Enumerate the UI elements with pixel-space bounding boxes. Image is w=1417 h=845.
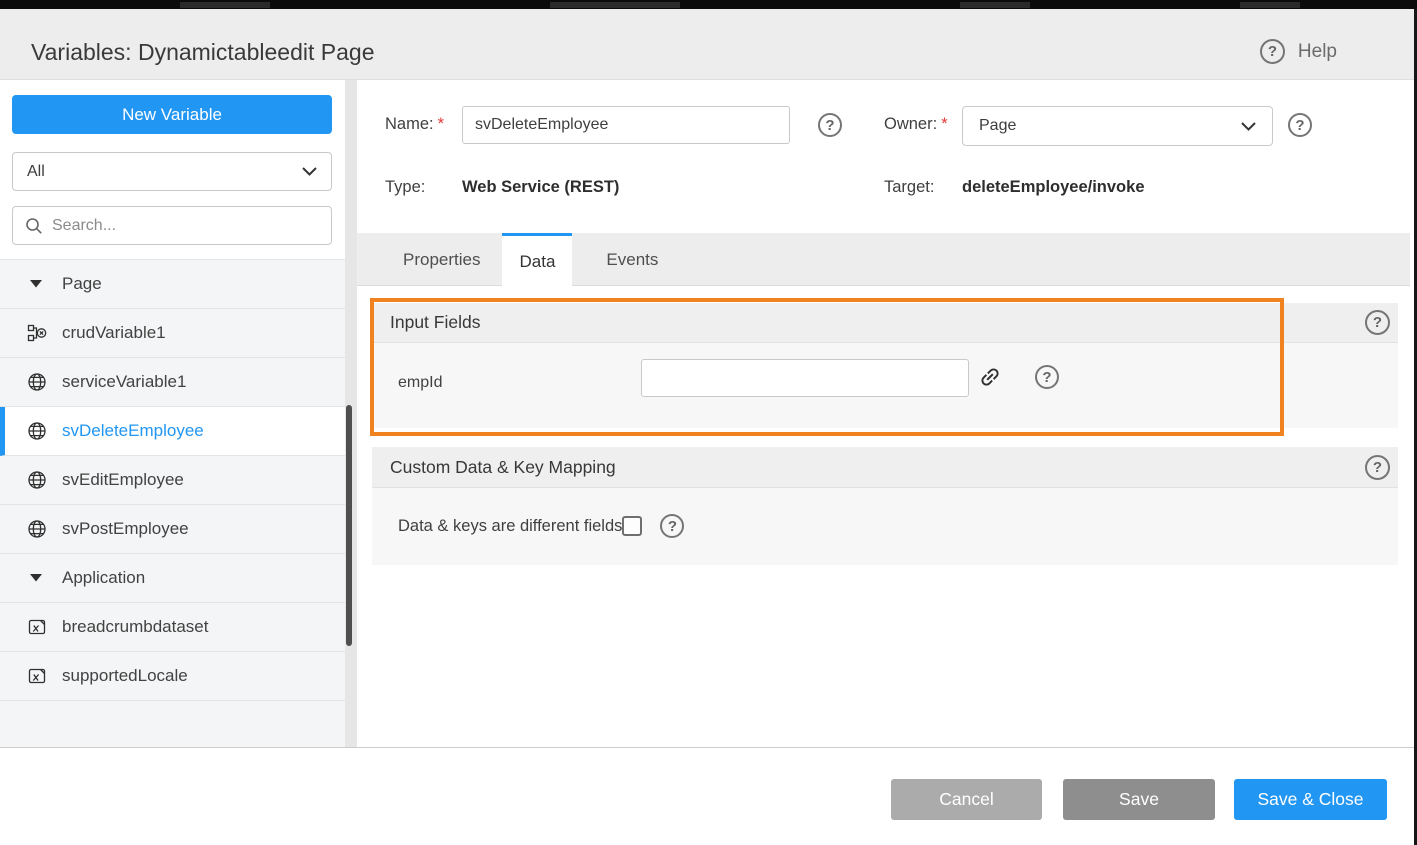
empid-label: empId xyxy=(398,374,442,392)
help-label[interactable]: Help xyxy=(1298,41,1337,63)
help-icon[interactable]: ? xyxy=(1260,39,1285,64)
caret-down-icon xyxy=(30,574,42,582)
custom-mapping-header: Custom Data & Key Mapping ? xyxy=(372,447,1398,488)
variable-label: crudVariable1 xyxy=(62,323,166,343)
variable-label: supportedLocale xyxy=(62,666,188,686)
variables-sidebar: New Variable All Page crudVariable1 xyxy=(0,80,345,747)
variable-list: Page crudVariable1 serviceVariable1 svDe… xyxy=(0,259,345,747)
sidebar-divider xyxy=(345,80,357,747)
web-service-icon xyxy=(27,470,47,490)
target-label: Target: xyxy=(884,178,934,197)
sidebar-group-application[interactable]: Application xyxy=(0,554,345,603)
input-fields-header: Input Fields ? xyxy=(372,303,1398,343)
variable-label: svPostEmployee xyxy=(62,519,189,539)
custom-mapping-title: Custom Data & Key Mapping xyxy=(390,457,616,478)
chevron-down-icon xyxy=(302,167,317,176)
web-service-icon xyxy=(27,372,47,392)
input-fields-title: Input Fields xyxy=(390,312,480,333)
empid-input[interactable] xyxy=(641,359,969,397)
sidebar-item-crudvariable1[interactable]: crudVariable1 xyxy=(0,309,345,358)
page-title: Variables: Dynamictableedit Page xyxy=(31,39,374,66)
required-asterisk: * xyxy=(941,115,947,133)
search-icon xyxy=(25,217,43,235)
chevron-down-icon xyxy=(1241,122,1256,131)
owner-help-icon[interactable]: ? xyxy=(1288,113,1312,137)
variable-label: serviceVariable1 xyxy=(62,372,186,392)
sidebar-item-sveditemployee[interactable]: svEditEmployee xyxy=(0,456,345,505)
save-close-button[interactable]: Save & Close xyxy=(1234,779,1387,820)
variable-filter-select[interactable]: All xyxy=(12,152,332,191)
model-variable-icon xyxy=(27,666,47,686)
custom-mapping-body: Data & keys are different fields ? xyxy=(372,488,1398,564)
dialog-header: Variables: Dynamictableedit Page ? Help xyxy=(0,9,1417,80)
different-fields-label: Data & keys are different fields xyxy=(398,517,622,536)
sidebar-scrollbar[interactable] xyxy=(346,405,352,646)
model-variable-icon xyxy=(27,617,47,637)
variable-label: svDeleteEmployee xyxy=(62,421,204,441)
search-input[interactable] xyxy=(52,217,319,235)
variable-detail-panel: Name:* ? Owner:* Page ? Type: Web Servic… xyxy=(357,80,1417,747)
variable-label: svEditEmployee xyxy=(62,470,184,490)
background-app-top-edge xyxy=(0,0,1417,9)
type-label: Type: xyxy=(385,178,425,197)
custom-mapping-section: Custom Data & Key Mapping ? Data & keys … xyxy=(372,447,1398,565)
different-fields-checkbox[interactable] xyxy=(622,516,642,536)
bind-variable-button[interactable] xyxy=(978,365,1002,389)
sidebar-item-svpostemployee[interactable]: svPostEmployee xyxy=(0,505,345,554)
variable-label: breadcrumbdataset xyxy=(62,617,208,637)
crud-variable-icon xyxy=(27,323,47,343)
target-value: deleteEmployee/invoke xyxy=(962,178,1145,197)
detail-tabbar: Properties Data Events xyxy=(357,233,1410,286)
sidebar-item-svdeleteemployee[interactable]: svDeleteEmployee xyxy=(0,407,345,456)
cancel-button[interactable]: Cancel xyxy=(891,779,1042,820)
name-help-icon[interactable]: ? xyxy=(818,113,842,137)
group-label: Page xyxy=(62,274,102,294)
empid-help-icon[interactable]: ? xyxy=(1035,365,1059,389)
caret-down-icon xyxy=(30,280,42,288)
link-icon xyxy=(978,365,1002,389)
web-service-icon xyxy=(27,519,47,539)
help-button[interactable]: ? Help xyxy=(1260,39,1337,64)
input-fields-body: empId ? xyxy=(372,343,1398,427)
variable-search xyxy=(12,206,332,245)
sidebar-group-page[interactable]: Page xyxy=(0,260,345,309)
tab-properties[interactable]: Properties xyxy=(387,233,496,286)
owner-select-value: Page xyxy=(979,117,1016,135)
variable-filter-value: All xyxy=(27,163,45,181)
sidebar-item-supportedlocale[interactable]: supportedLocale xyxy=(0,652,345,701)
variables-dialog: Variables: Dynamictableedit Page ? Help … xyxy=(0,0,1417,845)
save-button[interactable]: Save xyxy=(1063,779,1215,820)
name-label: Name:* xyxy=(385,115,444,134)
sidebar-item-breadcrumbdataset[interactable]: breadcrumbdataset xyxy=(0,603,345,652)
type-value: Web Service (REST) xyxy=(462,178,619,197)
tab-events[interactable]: Events xyxy=(590,233,674,286)
tab-data[interactable]: Data xyxy=(502,233,572,287)
input-fields-help-icon[interactable]: ? xyxy=(1365,310,1390,335)
owner-select[interactable]: Page xyxy=(962,106,1273,146)
input-fields-section: Input Fields ? empId ? xyxy=(372,303,1398,428)
new-variable-button[interactable]: New Variable xyxy=(12,95,332,134)
dialog-footer: Cancel Save Save & Close xyxy=(0,747,1417,845)
web-service-icon xyxy=(27,421,47,441)
custom-mapping-help-icon[interactable]: ? xyxy=(1365,455,1390,480)
name-input[interactable] xyxy=(462,106,790,144)
owner-label: Owner:* xyxy=(884,115,948,134)
group-label: Application xyxy=(62,568,145,588)
different-fields-help-icon[interactable]: ? xyxy=(660,514,684,538)
required-asterisk: * xyxy=(438,115,444,133)
sidebar-item-servicevariable1[interactable]: serviceVariable1 xyxy=(0,358,345,407)
